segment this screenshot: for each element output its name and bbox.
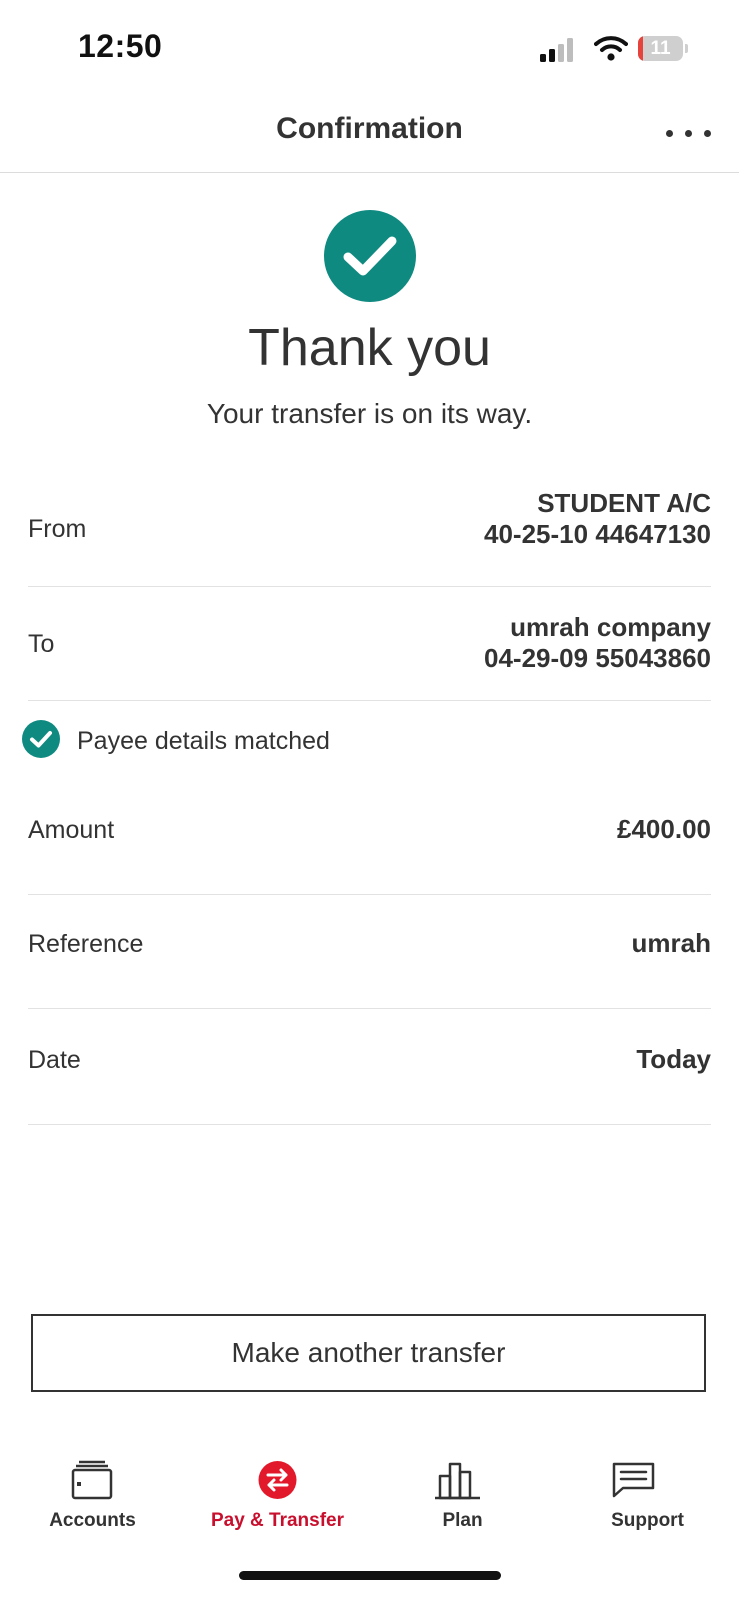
to-payee-name: umrah company — [510, 612, 711, 642]
chat-icon — [612, 1462, 655, 1498]
date-row: Date Today — [28, 1008, 711, 1125]
more-options-icon[interactable] — [666, 122, 716, 146]
date-value: Today — [636, 1044, 711, 1074]
bar-chart-icon — [435, 1462, 480, 1500]
home-indicator — [239, 1571, 501, 1580]
from-value: STUDENT A/C 40-25-10 44647130 — [484, 488, 711, 550]
tab-pay-transfer-label: Pay & Transfer — [210, 1510, 345, 1531]
tab-pay-transfer[interactable]: Pay & Transfer — [185, 1436, 370, 1536]
from-row: From STUDENT A/C 40-25-10 44647130 — [28, 482, 711, 587]
tab-accounts-label: Accounts — [49, 1510, 136, 1531]
tab-support-label: Support — [611, 1510, 684, 1531]
tab-accounts[interactable]: Accounts — [0, 1436, 185, 1536]
wifi-icon — [594, 36, 628, 61]
to-account-number: 04-29-09 55043860 — [484, 643, 711, 673]
from-account-number: 40-25-10 44647130 — [484, 519, 711, 549]
transfer-icon — [258, 1461, 297, 1499]
payee-match-text: Payee details matched — [77, 727, 330, 755]
status-bar: 12:50 11 — [0, 0, 739, 96]
reference-row: Reference umrah — [28, 894, 711, 1009]
battery-level: 11 — [650, 38, 671, 59]
tab-plan[interactable]: Plan — [370, 1436, 555, 1536]
reference-value: umrah — [631, 928, 711, 958]
tab-plan-label: Plan — [442, 1510, 483, 1531]
reference-label: Reference — [28, 930, 144, 958]
amount-row: Amount £400.00 — [28, 780, 711, 895]
to-row: To umrah company 04-29-09 55043860 — [28, 586, 711, 701]
navigation-bar: Confirmation — [0, 96, 739, 173]
confirmation-subtitle: Your transfer is on its way. — [206, 398, 533, 429]
cellular-signal-icon — [540, 38, 573, 62]
confirmation-title: Thank you — [248, 319, 491, 377]
amount-label: Amount — [28, 816, 115, 844]
from-label: From — [28, 515, 87, 543]
to-value: umrah company 04-29-09 55043860 — [484, 612, 711, 674]
to-label: To — [28, 630, 55, 658]
payee-match-status: Payee details matched — [22, 720, 622, 760]
payee-check-icon — [22, 720, 60, 758]
status-time: 12:50 — [78, 28, 163, 64]
success-check-icon — [324, 210, 416, 302]
make-another-transfer-button[interactable]: Make another transfer — [31, 1314, 706, 1392]
battery-icon: 11 — [638, 36, 688, 61]
page-title: Confirmation — [276, 112, 463, 145]
tab-bar: Accounts Pay & Transfer Plan Support — [0, 1436, 739, 1536]
from-account-name: STUDENT A/C — [537, 488, 711, 518]
wallet-icon — [71, 1460, 113, 1500]
date-label: Date — [28, 1046, 81, 1074]
tab-support[interactable]: Support — [555, 1436, 739, 1536]
amount-value: £400.00 — [617, 814, 711, 844]
